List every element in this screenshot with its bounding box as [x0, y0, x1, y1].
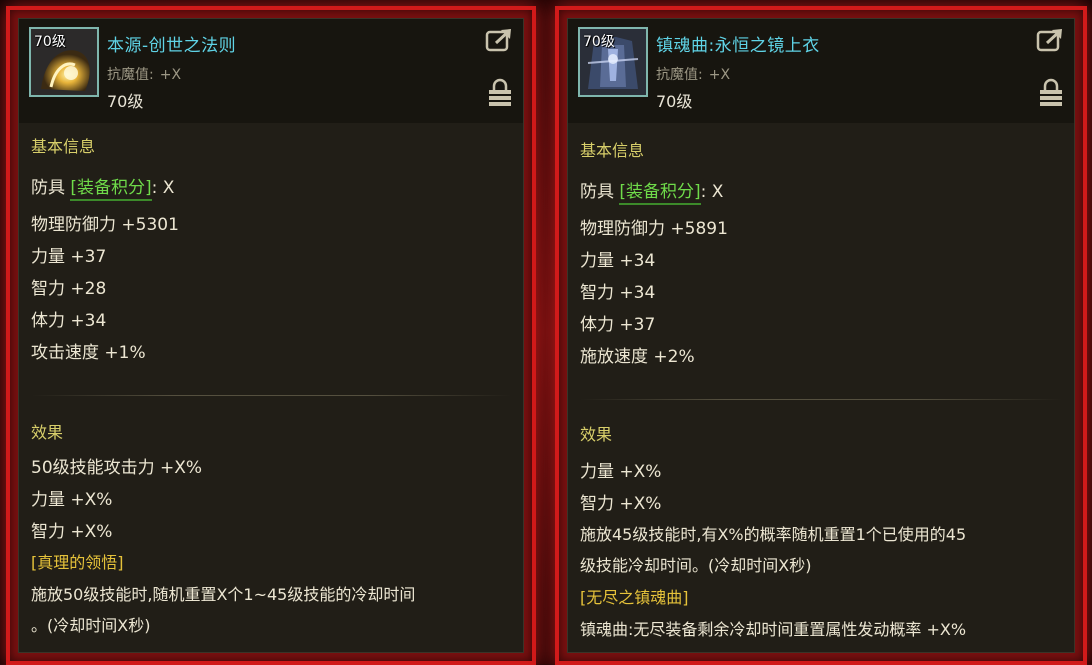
- special-effect-line: 。(冷却时间X秒): [31, 616, 151, 635]
- item-level-tag: 70级: [583, 34, 615, 50]
- share-icon[interactable]: [485, 27, 513, 53]
- stat-line: 施放速度 +2%: [580, 347, 695, 367]
- resist-value: +X: [708, 67, 731, 83]
- stat-line: 智力 +28: [31, 279, 107, 299]
- resist-line: 抗魔值: +X: [656, 64, 730, 84]
- stat-line: 物理防御力 +5301: [31, 215, 179, 235]
- equipment-score-label[interactable]: [装备积分]: [619, 182, 701, 205]
- equipment-score-value: : X: [151, 178, 175, 198]
- item-level: 70级: [656, 92, 693, 111]
- share-icon[interactable]: [1036, 27, 1064, 53]
- effect-title: 效果: [31, 423, 64, 442]
- stat-line: 智力 +34: [580, 283, 656, 303]
- stat-line: 力量 +37: [31, 247, 107, 267]
- tooltip-header: 70级 本源-创世之法则 抗魔值: +X 70级: [19, 19, 523, 123]
- effect-line: 智力 +X%: [580, 494, 662, 514]
- resist-label: 抗魔值:: [107, 67, 154, 83]
- effect-line: 力量 +X%: [580, 462, 662, 482]
- equipment-score-label[interactable]: [装备积分]: [70, 178, 152, 201]
- item-icon[interactable]: 70级: [578, 27, 648, 97]
- effect-title: 效果: [580, 425, 613, 444]
- item-level: 70级: [107, 92, 144, 111]
- resist-line: 抗魔值: +X: [107, 64, 181, 84]
- basic-info-title: 基本信息: [580, 141, 645, 160]
- item-level-tag: 70级: [34, 34, 66, 50]
- resist-label: 抗魔值:: [656, 67, 703, 83]
- stat-line: 力量 +34: [580, 251, 656, 271]
- basic-info-title: 基本信息: [31, 137, 96, 156]
- item-tooltip-1: 70级 本源-创世之法则 抗魔值: +X 70级 基本信息 防具 [装备积分]:…: [18, 18, 524, 653]
- lock-icon[interactable]: [487, 77, 513, 107]
- item-name: 镇魂曲:永恒之镜上衣: [656, 36, 820, 56]
- item-icon[interactable]: 70级: [29, 27, 99, 97]
- stat-line: 体力 +37: [580, 315, 656, 335]
- stat-line: 攻击速度 +1%: [31, 343, 146, 363]
- special-effect-title[interactable]: [真理的领悟]: [31, 549, 124, 573]
- effect-line: 智力 +X%: [31, 522, 113, 542]
- tooltip-body: 基本信息 防具 [装备积分]: X 物理防御力 +5891 力量 +34 智力 …: [580, 123, 1062, 643]
- resist-value: +X: [159, 67, 182, 83]
- armor-label: 防具: [580, 182, 614, 202]
- stat-line: 体力 +34: [31, 311, 107, 331]
- item-name: 本源-创世之法则: [107, 36, 237, 56]
- special-effect-line: 镇魂曲:无尽装备剩余冷却时间重置属性发动概率 +X%: [580, 620, 967, 639]
- stat-line: 物理防御力 +5891: [580, 219, 728, 239]
- armor-score-line: 防具 [装备积分]: X: [580, 177, 724, 205]
- section-divider: [31, 395, 511, 396]
- lock-icon[interactable]: [1038, 77, 1064, 107]
- equipment-score-value: : X: [700, 182, 724, 202]
- armor-label: 防具: [31, 178, 65, 198]
- armor-score-line: 防具 [装备积分]: X: [31, 173, 175, 201]
- tooltip-body: 基本信息 防具 [装备积分]: X 物理防御力 +5301 力量 +37 智力 …: [31, 123, 511, 643]
- special-effect-title[interactable]: [无尽之镇魂曲]: [580, 584, 689, 608]
- item-tooltip-2: 70级 镇魂曲:永恒之镜上衣 抗魔值: +X 70级 基本信息 防具 [装备积分…: [567, 18, 1075, 653]
- item-tooltip-frame-2: 70级 镇魂曲:永恒之镜上衣 抗魔值: +X 70级 基本信息 防具 [装备积分…: [555, 6, 1087, 665]
- effect-line: 级技能冷却时间。(冷却时间X秒): [580, 556, 812, 575]
- item-tooltip-frame-1: 70级 本源-创世之法则 抗魔值: +X 70级 基本信息 防具 [装备积分]:…: [6, 6, 536, 665]
- effect-line: 力量 +X%: [31, 490, 113, 510]
- special-effect-line: 施放50级技能时,随机重置X个1~45级技能的冷却时间: [31, 585, 416, 604]
- section-divider: [580, 399, 1062, 400]
- effect-line: 施放45级技能时,有X%的概率随机重置1个已使用的45: [580, 525, 967, 544]
- effect-line: 50级技能攻击力 +X%: [31, 458, 203, 478]
- tooltip-header: 70级 镇魂曲:永恒之镜上衣 抗魔值: +X 70级: [568, 19, 1074, 123]
